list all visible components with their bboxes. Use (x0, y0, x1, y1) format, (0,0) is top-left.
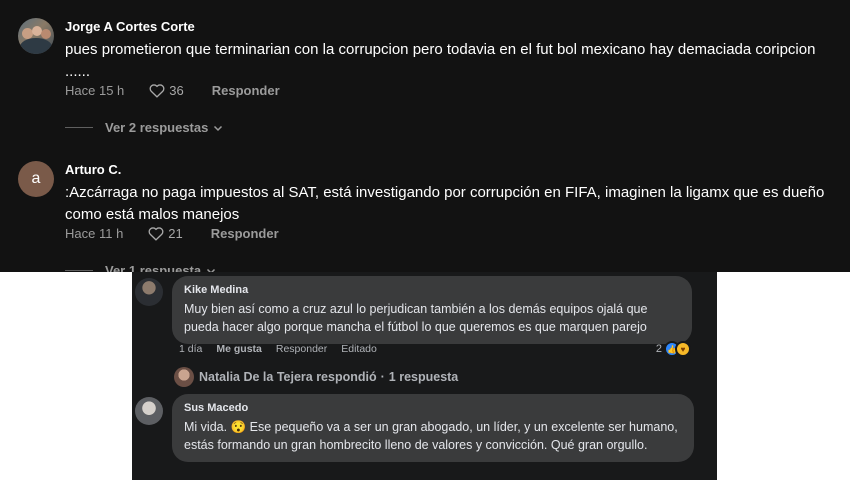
heart-icon (148, 227, 164, 241)
comment-text: pues prometieron que terminarian con la … (65, 41, 816, 58)
reply-button[interactable]: Responder (212, 83, 280, 98)
user-avatar[interactable] (135, 278, 163, 306)
like-count: 21 (168, 226, 183, 241)
comment-text-continued: ...... (65, 63, 91, 80)
view-replies-button[interactable]: Natalia De la Tejera respondió · 1 respu… (174, 367, 458, 387)
comment-text: :Azcárraga no paga impuestos al SAT, est… (65, 184, 825, 201)
user-avatar[interactable] (135, 397, 163, 425)
comment-text-body: Ese pequeño va a ser un gran abogado, un… (184, 420, 678, 452)
like-count: 36 (169, 83, 184, 98)
facebook-comments-panel: Kike Medina Muy bien así como a cruz azu… (132, 272, 717, 480)
view-replies-label: Ver 2 respuestas (105, 120, 209, 135)
edited-label: Editado (341, 343, 377, 355)
comment-text: Mi vida. 😯 Ese pequeño va a ser un gran … (184, 418, 682, 454)
comment-author[interactable]: Kike Medina (184, 284, 680, 296)
comment-bubble: Kike Medina Muy bien así como a cruz azu… (172, 276, 692, 344)
reply-button[interactable]: Responder (276, 343, 327, 355)
replier-name: Natalia De la Tejera respondió (199, 370, 377, 384)
comment-text-continued: como está malos manejos (65, 206, 240, 223)
comment-actions: 1 día Me gusta Responder Editado (179, 343, 391, 355)
heart-icon (149, 84, 165, 98)
reaction-count: 2 (655, 343, 662, 355)
reply-button[interactable]: Responder (211, 226, 279, 241)
divider-line (65, 270, 93, 271)
view-replies-label: Ver 1 respuesta (105, 263, 202, 272)
comment-author[interactable]: Sus Macedo (184, 402, 682, 414)
comment-meta: Hace 15 h 36 Responder (65, 83, 280, 98)
comment-time: Hace 15 h (65, 83, 125, 98)
comment-author[interactable]: Jorge A Cortes Corte (65, 19, 195, 34)
like-button[interactable]: Me gusta (216, 343, 262, 355)
comment-meta: Hace 11 h 21 Responder (65, 226, 279, 241)
divider-line (65, 127, 93, 128)
reply-count: 1 respuesta (388, 370, 459, 384)
comment-text-prefix: Mi vida. (184, 420, 228, 434)
separator: · (380, 370, 385, 384)
care-reaction-icon: ♥ (675, 341, 691, 357)
comment-time[interactable]: 1 día (179, 343, 202, 355)
avatar-letter: a (31, 170, 41, 187)
surprised-emoji-icon: 😯 (230, 420, 247, 434)
chevron-down-icon (214, 125, 223, 131)
like-button[interactable]: 36 (149, 83, 184, 98)
comment-text: Muy bien así como a cruz azul lo perjudi… (184, 302, 648, 334)
user-avatar[interactable]: a (18, 161, 54, 197)
reactions-summary[interactable]: 2 👍 ♥ (656, 341, 691, 357)
user-avatar[interactable] (18, 18, 54, 54)
comment-time: Hace 11 h (65, 226, 124, 241)
comment-bubble: Sus Macedo Mi vida. 😯 Ese pequeño va a s… (172, 394, 694, 462)
view-replies-button[interactable]: Ver 1 respuesta (65, 263, 216, 272)
comment-author[interactable]: Arturo C. (65, 162, 121, 177)
like-button[interactable]: 21 (148, 226, 183, 241)
replier-avatar (174, 367, 194, 387)
tiktok-comments-panel: Jorge A Cortes Corte pues prometieron qu… (0, 0, 850, 272)
view-replies-button[interactable]: Ver 2 respuestas (65, 120, 223, 135)
